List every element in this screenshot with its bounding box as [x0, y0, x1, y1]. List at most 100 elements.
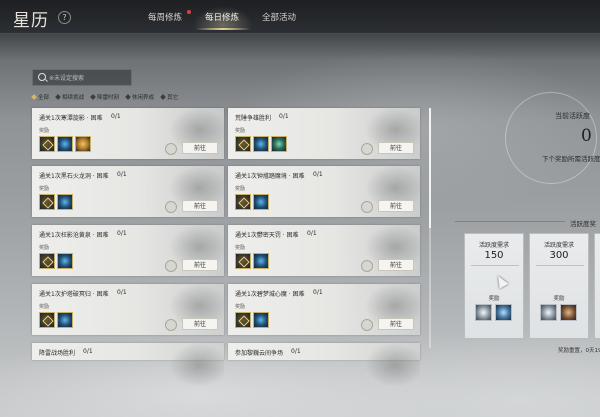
tier-divider — [536, 265, 584, 266]
task-title: 通关1次护塔破冥归 · 困难 — [39, 291, 109, 298]
task-card[interactable]: 通关1次鬱密天罚 · 困难 0/1 奖励 前往 — [228, 225, 420, 276]
coin-icon — [165, 260, 177, 272]
help-icon[interactable]: ? — [58, 11, 71, 24]
tier-label: 活跃度需求 — [478, 242, 509, 249]
reward-item-icon[interactable] — [235, 253, 251, 269]
reward-label: 奖励 — [235, 245, 246, 251]
reward-tier-150[interactable]: 活跃度需求 150 奖励 — [464, 233, 524, 339]
filter-all[interactable]: 全部 — [31, 92, 50, 102]
reward-item-icon[interactable] — [495, 304, 512, 321]
task-card[interactable]: 通关1次寒潭旋影 · 困难 0/1 奖励 前往 — [32, 108, 224, 159]
task-title: 降雷战场胜利 — [39, 350, 76, 357]
task-progress: 0/1 — [117, 230, 127, 237]
reward-item-icon[interactable] — [475, 304, 492, 321]
task-progress: 0/1 — [307, 230, 317, 237]
reward-item-icon[interactable] — [39, 194, 55, 210]
reward-item-icon[interactable] — [57, 136, 73, 152]
filter-label: 相续挑战 — [62, 95, 85, 101]
coin-icon — [361, 143, 373, 155]
task-card[interactable]: 通关1次枉影沧黄泉 · 困难 0/1 奖励 前往 — [32, 225, 224, 276]
reward-item-icon[interactable] — [235, 136, 251, 152]
task-title: 通关1次碧梦城心魔 · 困难 — [235, 291, 305, 298]
reward-item-icon[interactable] — [560, 304, 577, 321]
goto-button[interactable]: 前往 — [182, 318, 218, 330]
diamond-icon — [55, 94, 61, 100]
reward-item-icon[interactable] — [540, 304, 557, 321]
search-placeholder: ※未设定搜索 — [49, 75, 85, 82]
goto-button[interactable]: 前往 — [182, 142, 218, 154]
task-progress: 0/1 — [111, 113, 121, 120]
filter-thunder[interactable]: 降雷时刻 — [90, 92, 120, 102]
task-progress: 0/1 — [279, 113, 289, 120]
task-progress: 0/1 — [117, 289, 127, 296]
task-title: 通关1次黑石火龙洞 · 困难 — [39, 173, 109, 180]
coin-icon — [361, 260, 373, 272]
task-card[interactable]: 参加黎巍云间争场 0/1 — [228, 343, 420, 394]
task-card[interactable]: 通关1次碧梦城心魔 · 困难 0/1 奖励 前往 — [228, 284, 420, 335]
reward-item-icon[interactable] — [253, 312, 269, 328]
filter-challenge[interactable]: 相续挑战 — [55, 92, 85, 102]
task-card[interactable]: 通关1次护塔破冥归 · 困难 0/1 奖励前往 — [32, 284, 224, 335]
filter-leisure[interactable]: 休闲养成 — [125, 92, 155, 102]
diamond-icon — [31, 94, 37, 100]
reward-item-icon[interactable] — [253, 194, 269, 210]
reward-items — [39, 194, 73, 210]
reward-items — [235, 312, 269, 328]
reward-label: 奖励 — [39, 186, 50, 192]
filter-label: 降雷时刻 — [97, 95, 120, 101]
task-progress: 0/1 — [313, 171, 323, 178]
reward-item-icon[interactable] — [271, 136, 287, 152]
reward-label: 奖励 — [39, 128, 50, 134]
reward-item-icon[interactable] — [235, 194, 251, 210]
coin-icon — [165, 201, 177, 213]
diamond-icon — [125, 94, 131, 100]
filter-bar: 全部 相续挑战 降雷时刻 休闲养成 其它 — [31, 92, 179, 102]
reward-item-icon[interactable] — [39, 253, 55, 269]
filter-label: 其它 — [167, 95, 179, 101]
reward-items — [39, 253, 73, 269]
search-input[interactable]: ※未设定搜索 — [32, 69, 132, 86]
reward-tier-300[interactable]: 活跃度需求 300 奖励 — [529, 233, 589, 339]
reward-items — [39, 136, 91, 152]
tab-weekly[interactable]: 每周修炼 — [148, 11, 182, 23]
diamond-icon — [160, 94, 166, 100]
tab-all-activities[interactable]: 全部活动 — [262, 11, 296, 23]
task-card[interactable]: 荒陲争雄胜利 0/1 奖励 前往 — [228, 108, 420, 159]
filter-label: 全部 — [38, 95, 50, 101]
task-card[interactable]: 通关1次黑石火龙洞 · 困难 0/1 奖励 前往 — [32, 166, 224, 217]
reward-tier-next[interactable] — [594, 233, 600, 339]
reward-item-icon[interactable] — [253, 253, 269, 269]
goto-button[interactable]: 前往 — [378, 142, 414, 154]
reward-item-icon[interactable] — [57, 194, 73, 210]
reward-item-icon[interactable] — [57, 253, 73, 269]
reward-item-icon[interactable] — [57, 312, 73, 328]
task-card[interactable]: 降雷战场胜利 0/1 — [32, 343, 224, 394]
diamond-icon — [90, 94, 96, 100]
reward-items — [39, 312, 73, 328]
reward-item-icon[interactable] — [75, 136, 91, 152]
task-title: 参加黎巍云间争场 — [235, 350, 284, 357]
goto-button[interactable]: 前往 — [378, 200, 414, 212]
tab-daily[interactable]: 每日修炼 — [205, 11, 239, 23]
reward-label: 奖励 — [39, 245, 50, 251]
task-card[interactable]: 通关1次钟馗踏魔境 · 困难 0/1 奖励 前往 — [228, 166, 420, 217]
reward-reset-timer: 奖励重置，0天19 — [558, 348, 600, 354]
filter-other[interactable]: 其它 — [160, 92, 179, 102]
tier-reward-label: 奖励 — [553, 296, 565, 302]
filter-label: 休闲养成 — [132, 95, 155, 101]
coin-icon — [361, 201, 373, 213]
tier-value: 300 — [549, 250, 569, 261]
reward-item-icon[interactable] — [39, 312, 55, 328]
goto-button[interactable]: 前往 — [378, 259, 414, 271]
goto-button[interactable]: 前往 — [182, 259, 218, 271]
goto-button[interactable]: 前往 — [182, 200, 218, 212]
current-activity-label: 当前活跃度 — [555, 112, 590, 120]
scrollbar-thumb[interactable] — [429, 108, 431, 228]
tier-label: 活跃度需求 — [543, 242, 574, 249]
reward-item-icon[interactable] — [39, 136, 55, 152]
goto-button[interactable]: 前往 — [378, 318, 414, 330]
reward-item-icon[interactable] — [235, 312, 251, 328]
reward-item-icon[interactable] — [253, 136, 269, 152]
reward-items — [235, 194, 269, 210]
reward-label: 奖励 — [39, 304, 50, 310]
